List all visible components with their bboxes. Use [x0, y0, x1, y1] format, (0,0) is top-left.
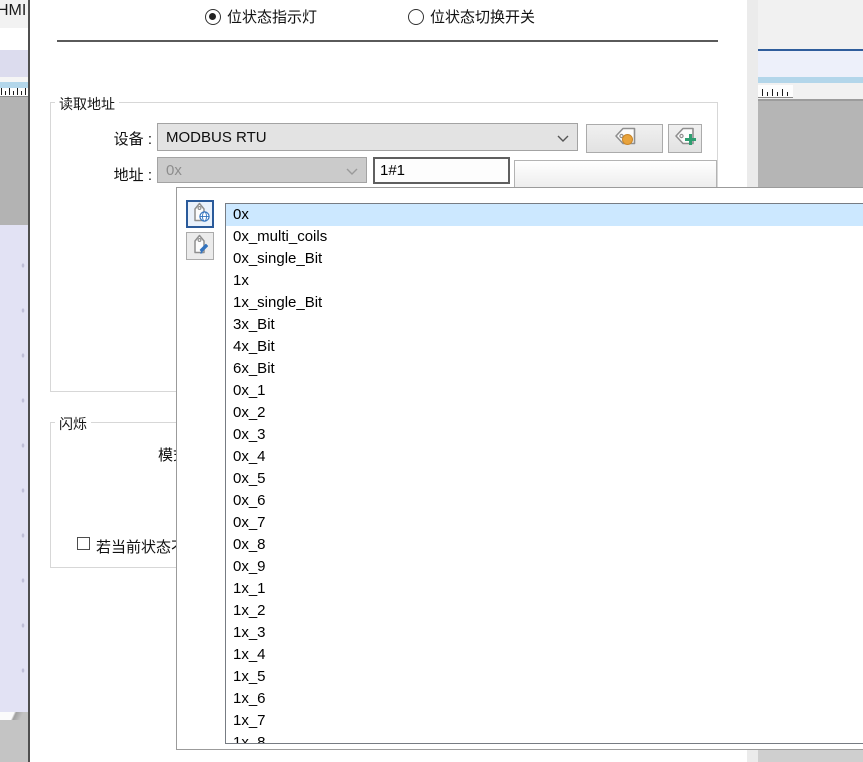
left-window-band [0, 28, 28, 50]
blink-condition-checkbox-label: 若当前状态不 [96, 536, 186, 557]
chevron-down-icon [557, 129, 569, 146]
address-type-option[interactable]: 3x_Bit [226, 314, 863, 336]
screen: HMI 位状态指示灯 位状态切换开关 [0, 0, 863, 762]
radio-unselected-icon [408, 9, 424, 25]
address-type-option[interactable]: 1x_single_Bit [226, 292, 863, 314]
address-type-option[interactable]: 0x_1 [226, 380, 863, 402]
address-type-option[interactable]: 6x_Bit [226, 358, 863, 380]
address-type-option[interactable]: 0x_9 [226, 556, 863, 578]
radio-bit-lamp-label: 位状态指示灯 [227, 6, 317, 27]
address-label: 地址 : [90, 164, 152, 185]
address-type-option[interactable]: 0x_single_Bit [226, 248, 863, 270]
address-type-option[interactable]: 0x_8 [226, 534, 863, 556]
left-window-header: HMI [0, 0, 28, 28]
address-extra-field[interactable] [514, 160, 717, 190]
tag-edit-icon [188, 232, 212, 261]
address-type-option[interactable]: 0x_4 [226, 446, 863, 468]
left-canvas-grid [0, 225, 28, 712]
address-type-option[interactable]: 0x [226, 204, 863, 226]
address-type-option[interactable]: 0x_7 [226, 512, 863, 534]
radio-bit-lamp[interactable]: 位状态指示灯 [205, 6, 317, 27]
device-tag-add-button[interactable] [668, 124, 702, 153]
address-value-input[interactable] [373, 157, 510, 184]
left-horizontal-ruler [0, 88, 28, 97]
tag-edit-button[interactable] [186, 232, 214, 260]
left-window-toolbar-band [0, 50, 28, 77]
device-combobox[interactable]: MODBUS RTU [157, 123, 578, 151]
tag-globe-icon [188, 200, 212, 229]
tag-plus-icon [673, 124, 697, 153]
address-type-option[interactable]: 0x_multi_coils [226, 226, 863, 248]
right-window-toolbar-band [758, 51, 863, 77]
address-type-option[interactable]: 1x_1 [226, 578, 863, 600]
address-type-option[interactable]: 1x_8 [226, 732, 863, 744]
address-type-option[interactable]: 0x_3 [226, 424, 863, 446]
address-type-option[interactable]: 0x_2 [226, 402, 863, 424]
address-type-combobox[interactable]: 0x [157, 157, 367, 183]
radio-bit-toggle-switch-label: 位状态切换开关 [430, 6, 535, 27]
radio-selected-icon [205, 9, 221, 25]
address-type-combobox-value: 0x [166, 162, 346, 179]
blink-condition-checkbox[interactable] [77, 537, 90, 550]
address-type-option[interactable]: 1x_3 [226, 622, 863, 644]
address-type-option[interactable]: 4x_Bit [226, 336, 863, 358]
tag-general-address-button[interactable] [186, 200, 214, 228]
device-label: 设备 : [90, 128, 152, 149]
left-canvas-page-fold [0, 712, 28, 720]
right-canvas-bottom [758, 750, 863, 762]
address-type-option[interactable]: 1x_7 [226, 710, 863, 732]
address-type-listbox[interactable]: 0x0x_multi_coils0x_single_Bit1x1x_single… [225, 203, 863, 744]
address-type-option[interactable]: 0x_5 [226, 468, 863, 490]
device-tag-library-button[interactable] [586, 124, 663, 153]
section-divider [57, 40, 718, 42]
radio-bit-toggle-switch[interactable]: 位状态切换开关 [408, 6, 535, 27]
right-horizontal-ruler [758, 85, 793, 98]
tag-orange-dot-icon [613, 124, 637, 153]
address-type-option[interactable]: 1x_6 [226, 688, 863, 710]
chevron-down-icon [346, 162, 358, 179]
blink-group-title: 闪烁 [55, 414, 91, 434]
address-type-option[interactable]: 1x_4 [226, 644, 863, 666]
left-canvas-shadow [0, 720, 28, 762]
address-type-option[interactable]: 1x_5 [226, 666, 863, 688]
address-dropdown-popup: 0x0x_multi_coils0x_single_Bit1x1x_single… [176, 187, 863, 750]
address-type-option[interactable]: 1x [226, 270, 863, 292]
address-type-option[interactable]: 0x_6 [226, 490, 863, 512]
read-address-group-title: 读取地址 [55, 94, 119, 114]
left-canvas-margin [0, 97, 28, 225]
right-window-header [758, 0, 863, 49]
device-combobox-value: MODBUS RTU [166, 129, 557, 146]
left-window-title: HMI [0, 2, 26, 20]
address-type-option[interactable]: 1x_2 [226, 600, 863, 622]
